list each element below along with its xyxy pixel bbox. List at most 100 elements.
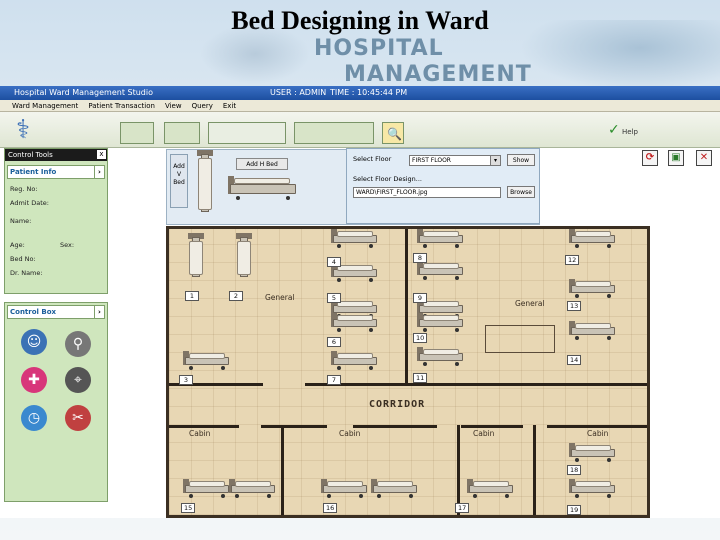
bed-number-label: 17: [455, 503, 470, 513]
bed[interactable]: [567, 443, 619, 463]
bed-number-label: 16: [323, 503, 338, 513]
stethoscope-icon[interactable]: ⚲: [65, 331, 91, 357]
field-age: Age: Sex:: [10, 241, 75, 249]
bed[interactable]: [329, 229, 381, 249]
hospital-management-logo: HOSPITAL MANAGEMENT: [310, 36, 531, 90]
bed[interactable]: [465, 479, 517, 499]
wall: [353, 425, 437, 428]
bed[interactable]: [181, 351, 233, 371]
toolbar-ward-button[interactable]: [120, 122, 154, 144]
patient-info-tab[interactable]: Patient Info ›: [7, 165, 105, 179]
bed[interactable]: [227, 479, 279, 499]
bed[interactable]: [319, 479, 371, 499]
bed-number-label: 8: [413, 253, 427, 263]
bed-number-label: 15: [181, 503, 196, 513]
bed-number-label: 7: [327, 375, 341, 385]
floor-select[interactable]: FIRST FLOOR ▾: [409, 155, 501, 166]
bed-number-label: 10: [413, 333, 428, 343]
bed[interactable]: [415, 261, 467, 281]
bed-number-label: 18: [567, 465, 582, 475]
bed[interactable]: [415, 313, 467, 333]
corridor-label: CORRIDOR: [369, 399, 426, 410]
clock-icon[interactable]: ◷: [21, 405, 47, 431]
add-vertical-bed-button[interactable]: Add V Bed: [170, 154, 188, 208]
toolbar: ⚕ 🔍 ✓ Help: [0, 112, 720, 148]
window-titlebar: Hospital Ward Management Studio USER : A…: [0, 86, 720, 100]
bed[interactable]: [329, 351, 381, 371]
floor-selector-box: Select Floor FIRST FLOOR ▾ Show Select F…: [346, 148, 540, 224]
wall: [169, 425, 239, 428]
bed-number-label: 13: [567, 301, 582, 311]
vertical-bed-preview[interactable]: [196, 150, 218, 216]
zone-label-cabin: Cabin: [587, 429, 609, 438]
bed[interactable]: [567, 321, 619, 341]
bed[interactable]: [181, 479, 233, 499]
menu-patient-transaction[interactable]: Patient Transaction: [88, 100, 155, 111]
bed[interactable]: [235, 233, 253, 281]
floor-plan: 1 2 General 4 5 6 7 3 8 9 10 11 General …: [166, 226, 650, 518]
control-box-title: Control Box: [10, 308, 57, 316]
chevron-right-icon[interactable]: ›: [94, 306, 104, 318]
bed[interactable]: [369, 479, 421, 499]
zone-label-general: General: [515, 299, 545, 308]
field-bed-no: Bed No:: [10, 255, 36, 263]
wall: [405, 229, 408, 385]
close-icon[interactable]: x: [97, 150, 106, 159]
bed[interactable]: [329, 313, 381, 333]
show-button[interactable]: Show: [507, 154, 535, 166]
user-label: USER : ADMIN: [270, 88, 327, 97]
horizontal-bed-preview[interactable]: [226, 176, 300, 202]
add-horizontal-bed-button[interactable]: Add H Bed: [236, 158, 288, 170]
bed-number-label: 2: [229, 291, 243, 301]
wall: [305, 383, 647, 386]
banner-image-left: [200, 24, 310, 84]
menu-view[interactable]: View: [165, 100, 182, 111]
patient-info-title: Patient Info: [10, 168, 57, 176]
select-floor-label: Select Floor: [353, 155, 392, 163]
bed[interactable]: [415, 229, 467, 249]
toolbar-patients-button[interactable]: [164, 122, 200, 144]
chevron-down-icon[interactable]: ▾: [490, 156, 500, 165]
save-icon[interactable]: ▣: [668, 150, 684, 166]
control-box-tab[interactable]: Control Box ›: [7, 305, 105, 319]
wall: [533, 425, 536, 515]
bed-number-label: 6: [327, 337, 341, 347]
doctor-icon[interactable]: ☺: [21, 329, 47, 355]
bed-number-label: 4: [327, 257, 341, 267]
browse-button[interactable]: Browse: [507, 186, 535, 198]
toolbar-search-button[interactable]: 🔍: [382, 122, 404, 144]
bed[interactable]: [567, 479, 619, 499]
control-box-icons: ☺ ⚲ ✚ ⌖ ◷ ✂: [5, 321, 107, 451]
bed-number-label: 1: [185, 291, 199, 301]
bed[interactable]: [567, 229, 619, 249]
menu-ward-management[interactable]: Ward Management: [12, 100, 78, 111]
field-sex: Sex:: [60, 241, 75, 249]
chevron-right-icon[interactable]: ›: [94, 166, 104, 178]
bed-number-label: 12: [565, 255, 580, 265]
bed[interactable]: [415, 347, 467, 367]
tools-icon[interactable]: ✂: [65, 405, 91, 431]
check-icon: ✓: [608, 122, 620, 138]
design-path-input[interactable]: WARD\FIRST_FLOOR.jpg: [353, 187, 501, 198]
control-tools-title: Control Tools: [8, 151, 53, 159]
bed[interactable]: [187, 233, 205, 281]
menu-query[interactable]: Query: [192, 100, 213, 111]
toolbar-equipment-button[interactable]: [294, 122, 374, 144]
bed-number-label: 19: [567, 505, 582, 515]
menu-exit[interactable]: Exit: [223, 100, 236, 111]
medicine-icon[interactable]: ✚: [21, 367, 47, 393]
bed[interactable]: [567, 279, 619, 299]
wall: [547, 425, 647, 428]
help-button[interactable]: ✓ Help: [608, 122, 638, 140]
wall: [461, 425, 523, 428]
close-window-icon[interactable]: ✕: [696, 150, 712, 166]
toolbar-bed-design-button[interactable]: [208, 122, 286, 144]
time-label: TIME : 10:45:44 PM: [330, 88, 408, 97]
logo-line-1: HOSPITAL: [314, 36, 444, 61]
microscope-icon[interactable]: ⌖: [65, 367, 91, 393]
zone-label-cabin: Cabin: [473, 429, 495, 438]
zone-label-general: General: [265, 293, 295, 302]
caduceus-icon: ⚕: [15, 115, 31, 145]
refresh-icon[interactable]: ⟳: [642, 150, 658, 166]
help-label: Help: [621, 128, 638, 136]
